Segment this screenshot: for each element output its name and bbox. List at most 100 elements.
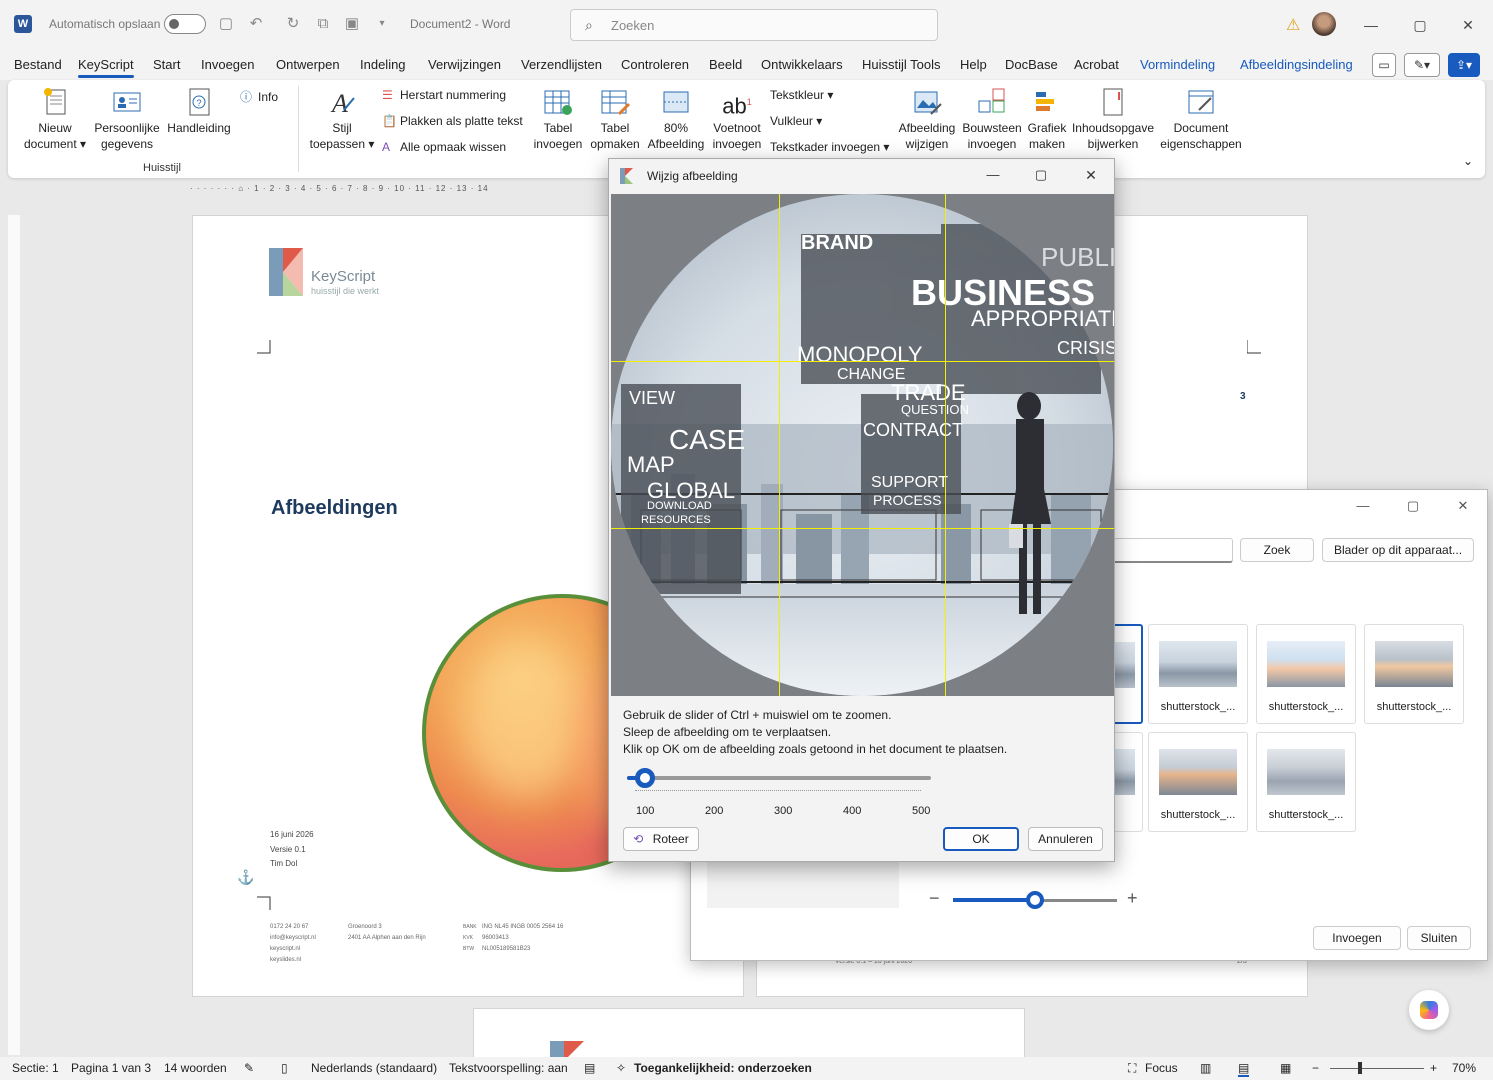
zoom-slider-knob[interactable]: [1358, 1062, 1362, 1074]
ok-button[interactable]: OK: [943, 827, 1019, 851]
cancel-button[interactable]: Annuleren: [1028, 827, 1103, 851]
proofing-icon[interactable]: ✎: [244, 1061, 254, 1075]
horizontal-ruler[interactable]: · · · · · · · ⌂ · 1 · 2 · 3 · 4 · 5 · 6 …: [190, 184, 610, 196]
insert-button[interactable]: Invoegen: [1313, 926, 1401, 950]
tab-acrobat[interactable]: Acrobat: [1074, 57, 1119, 72]
thumbnail[interactable]: shutterstock_...: [1148, 624, 1248, 724]
restart-numbering-button[interactable]: ☰ Herstart nummering: [382, 88, 506, 102]
accessibility-icon[interactable]: ✧: [616, 1061, 626, 1075]
tab-huisstijl-tools[interactable]: Huisstijl Tools: [862, 57, 941, 72]
tab-help[interactable]: Help: [960, 57, 987, 72]
tab-invoegen[interactable]: Invoegen: [201, 57, 255, 72]
status-accessibility[interactable]: Toegankelijkheid: onderzoeken: [634, 1061, 812, 1075]
manual-button[interactable]: ? Handleiding: [164, 86, 234, 136]
tab-vormindeling[interactable]: Vormindeling: [1140, 57, 1215, 72]
page-heading[interactable]: Afbeeldingen: [271, 497, 398, 520]
autosave-toggle[interactable]: [164, 14, 206, 34]
tab-ontwikkelaars[interactable]: Ontwikkelaars: [761, 57, 843, 72]
insert-footnote-button[interactable]: ab1 Voetnoot invoegen: [708, 86, 766, 152]
status-zoom[interactable]: 70%: [1452, 1061, 1476, 1075]
zoom-in-icon[interactable]: +: [1430, 1061, 1437, 1075]
customize-qat-icon[interactable]: ▾: [372, 14, 392, 34]
close-icon[interactable]: ✕: [1079, 163, 1103, 187]
minimize-icon[interactable]: —: [1358, 12, 1384, 38]
minimize-icon[interactable]: —: [1351, 494, 1375, 518]
status-section[interactable]: Sectie: 1: [12, 1061, 59, 1075]
status-language[interactable]: Nederlands (standaard): [311, 1061, 437, 1075]
minimize-icon[interactable]: —: [981, 163, 1005, 187]
picture-icon[interactable]: ▣: [342, 14, 362, 34]
close-icon[interactable]: ✕: [1451, 494, 1475, 518]
maximize-icon[interactable]: ▢: [1029, 163, 1053, 187]
new-document-button[interactable]: Nieuw document ▾: [20, 86, 90, 152]
change-picture-button[interactable]: Afbeelding wijzigen: [894, 86, 960, 152]
format-table-button[interactable]: Tabel opmaken: [588, 86, 642, 152]
tab-indeling[interactable]: Indeling: [360, 57, 406, 72]
info-button[interactable]: ⓘ Info: [240, 88, 278, 105]
web-layout-icon[interactable]: ▦: [1280, 1061, 1291, 1075]
tab-verzendlijsten[interactable]: Verzendlijsten: [521, 57, 602, 72]
close-button[interactable]: Sluiten: [1407, 926, 1471, 950]
thumbnail[interactable]: shutterstock_...: [1364, 624, 1464, 724]
read-mode-icon[interactable]: ▥: [1200, 1061, 1211, 1075]
text-color-button[interactable]: Tekstkleur ▾: [770, 88, 833, 102]
insert-textbox-button[interactable]: Tekstkader invoegen ▾: [770, 140, 889, 154]
close-icon[interactable]: ✕: [1455, 12, 1481, 38]
search-button[interactable]: Zoek: [1240, 538, 1314, 562]
apply-style-button[interactable]: A Stijl toepassen ▾: [306, 86, 378, 152]
document-properties-button[interactable]: Document eigenschappen: [1158, 86, 1244, 152]
status-page[interactable]: Pagina 1 van 3: [71, 1061, 151, 1075]
fill-color-button[interactable]: Vulkleur ▾: [770, 114, 822, 128]
copilot-button[interactable]: [1409, 990, 1449, 1030]
warning-icon[interactable]: ⚠: [1286, 15, 1300, 35]
tab-ontwerpen[interactable]: Ontwerpen: [276, 57, 340, 72]
insert-table-button[interactable]: Tabel invoegen: [532, 86, 584, 152]
browse-device-button[interactable]: Blader op dit apparaat...: [1322, 538, 1474, 562]
personal-data-button[interactable]: Persoonlijke gegevens: [94, 86, 160, 152]
paste-plain-button[interactable]: 📋 Plakken als platte tekst: [382, 114, 523, 128]
maximize-icon[interactable]: ▢: [1407, 12, 1433, 38]
tab-start[interactable]: Start: [153, 57, 180, 72]
tab-keyscript[interactable]: KeyScript: [78, 57, 134, 78]
thumbnail[interactable]: shutterstock_...: [1256, 732, 1356, 832]
print-layout-icon[interactable]: ▤: [1238, 1061, 1250, 1077]
status-words[interactable]: 14 woorden: [164, 1061, 227, 1075]
insert-building-block-button[interactable]: Bouwsteen invoegen: [960, 86, 1024, 152]
book-icon[interactable]: ▯: [281, 1061, 288, 1075]
avatar[interactable]: [1312, 12, 1336, 36]
zoom-slider[interactable]: [1330, 1068, 1424, 1069]
update-toc-button[interactable]: Inhoudsopgave bijwerken: [1070, 86, 1156, 152]
thumbnail[interactable]: shutterstock_...: [1256, 624, 1356, 724]
maximize-icon[interactable]: ▢: [1401, 494, 1425, 518]
tab-beeld[interactable]: Beeld: [709, 57, 742, 72]
picture-crop-canvas[interactable]: BRAND BUSINESS APPROPRIATE MONOPOLY CHAN…: [611, 194, 1114, 696]
template-icon[interactable]: ⧉: [313, 14, 333, 34]
zoom-slider-knob[interactable]: [635, 768, 655, 788]
rotate-button[interactable]: ⟲ Roteer: [623, 827, 699, 851]
thumbnail[interactable]: shutterstock_...: [1148, 732, 1248, 832]
macro-icon[interactable]: ▤: [584, 1061, 595, 1075]
save-icon[interactable]: ▢: [216, 14, 236, 34]
zoom-out-icon[interactable]: −: [929, 888, 940, 909]
tab-docbase[interactable]: DocBase: [1005, 57, 1058, 72]
share-button[interactable]: ⇪▾: [1448, 53, 1480, 77]
ribbon-collapse-icon[interactable]: ⌄: [1463, 154, 1473, 168]
tab-bestand[interactable]: Bestand: [14, 57, 62, 72]
clear-formatting-button[interactable]: A Alle opmaak wissen: [382, 140, 506, 154]
picture-search-input[interactable]: [1111, 538, 1233, 563]
anchor-lock-icon[interactable]: ⚓: [237, 869, 254, 886]
editing-mode-button[interactable]: ✎▾: [1404, 53, 1440, 77]
tab-controleren[interactable]: Controleren: [621, 57, 689, 72]
tab-verwijzingen[interactable]: Verwijzingen: [428, 57, 501, 72]
tab-afbeeldingsindeling[interactable]: Afbeeldingsindeling: [1240, 57, 1353, 72]
picture-80-button[interactable]: 80% Afbeelding: [644, 86, 708, 152]
status-text-prediction[interactable]: Tekstvoorspelling: aan: [449, 1061, 568, 1075]
redo-icon[interactable]: ↻: [283, 14, 303, 34]
zoom-in-icon[interactable]: +: [1127, 888, 1138, 909]
search-input[interactable]: ⌕ Zoeken: [570, 9, 938, 41]
vertical-ruler[interactable]: [8, 215, 20, 1055]
zoom-out-icon[interactable]: −: [1312, 1061, 1319, 1075]
focus-icon[interactable]: ⛶: [1128, 1061, 1136, 1076]
preview-zoom-knob[interactable]: [1026, 891, 1044, 909]
undo-icon[interactable]: ↶: [246, 14, 266, 34]
